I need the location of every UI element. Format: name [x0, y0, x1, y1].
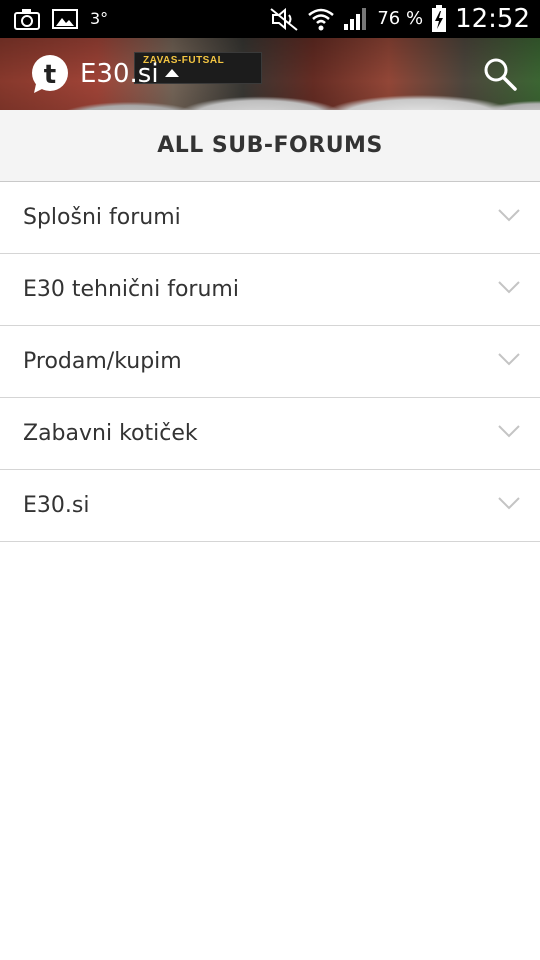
page-title: ALL SUB-FORUMS [157, 133, 383, 158]
chevron-down-icon[interactable] [498, 424, 520, 438]
subforum-list: Splošni forumi E30 tehnični forumi Proda… [0, 182, 540, 542]
chevron-down-icon[interactable] [498, 352, 520, 366]
chevron-down-icon[interactable] [498, 208, 520, 222]
subforum-item-splosni-forumi[interactable]: Splošni forumi [0, 182, 540, 254]
subforum-label: E30.si [23, 493, 90, 518]
camera-icon [14, 9, 40, 30]
signal-icon [344, 8, 367, 30]
mute-icon [270, 7, 298, 31]
search-icon[interactable] [482, 56, 518, 92]
subforum-label: Zabavni kotiček [23, 421, 198, 446]
subforum-label: Prodam/kupim [23, 349, 182, 374]
temperature-text: 3° [90, 9, 109, 28]
battery-percent-text: 76 % [377, 8, 424, 29]
caret-up-icon[interactable] [164, 68, 180, 78]
status-bar-left: 3° [14, 6, 108, 32]
image-icon [52, 9, 78, 29]
page-title-bar: ALL SUB-FORUMS [0, 110, 540, 182]
clock-text: 12:52 [455, 4, 530, 34]
subforum-label: E30 tehnični forumi [23, 277, 239, 302]
subforum-label: Splošni forumi [23, 205, 181, 230]
subforum-item-zabavni-koticek[interactable]: Zabavni kotiček [0, 398, 540, 470]
wifi-icon [308, 8, 335, 31]
subforum-item-e30-si[interactable]: E30.si [0, 470, 540, 542]
battery-charging-icon [432, 5, 447, 32]
subforum-item-e30-tehnicni-forumi[interactable]: E30 tehnični forumi [0, 254, 540, 326]
chevron-down-icon[interactable] [498, 280, 520, 294]
chevron-down-icon[interactable] [498, 496, 520, 510]
app-header: ZAVAS-FUTSAL t E30.si [0, 38, 540, 110]
status-bar: 3° 76 % 12:52 [0, 0, 540, 38]
svg-text:t: t [44, 60, 56, 90]
subforum-item-prodam-kupim[interactable]: Prodam/kupim [0, 326, 540, 398]
forum-name[interactable]: E30.si [80, 56, 159, 92]
status-bar-right: 76 % 12:52 [269, 4, 530, 34]
tapatalk-logo-icon[interactable]: t [30, 54, 70, 94]
